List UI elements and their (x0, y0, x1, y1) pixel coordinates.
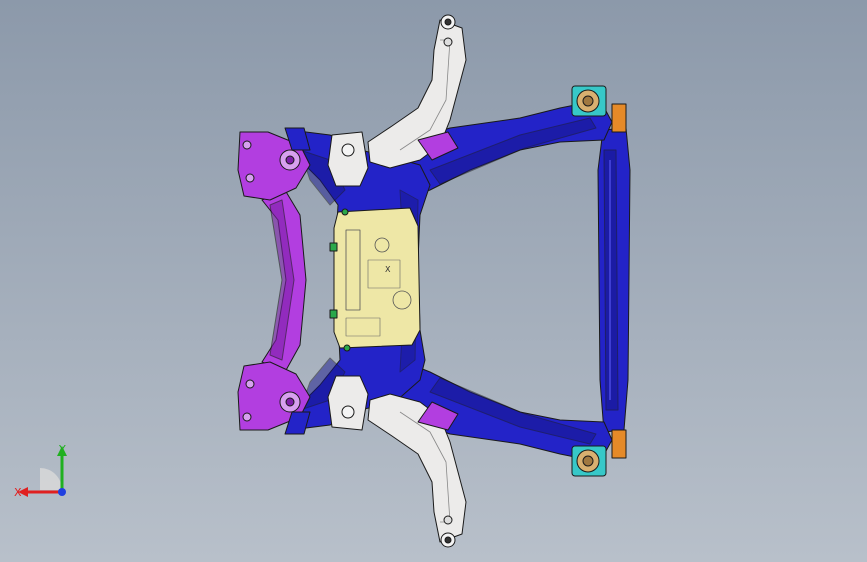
center-skid-plate[interactable]: X (329, 207, 421, 352)
upper-left-mount-bracket[interactable] (237, 127, 311, 201)
triad-y-label: Y (58, 443, 66, 456)
plate-marker-label: X (385, 265, 391, 274)
rear-crossmember[interactable] (597, 127, 631, 433)
subframe-assembly-model[interactable]: X (0, 0, 867, 562)
triad-x-label: X (14, 486, 22, 499)
front-crossbrace-purple[interactable] (261, 189, 307, 373)
coordinate-triad-icon: Y X (14, 443, 67, 499)
cad-graphics-viewport[interactable]: X Y X (0, 0, 867, 562)
lower-left-mount-bracket[interactable] (237, 361, 311, 435)
